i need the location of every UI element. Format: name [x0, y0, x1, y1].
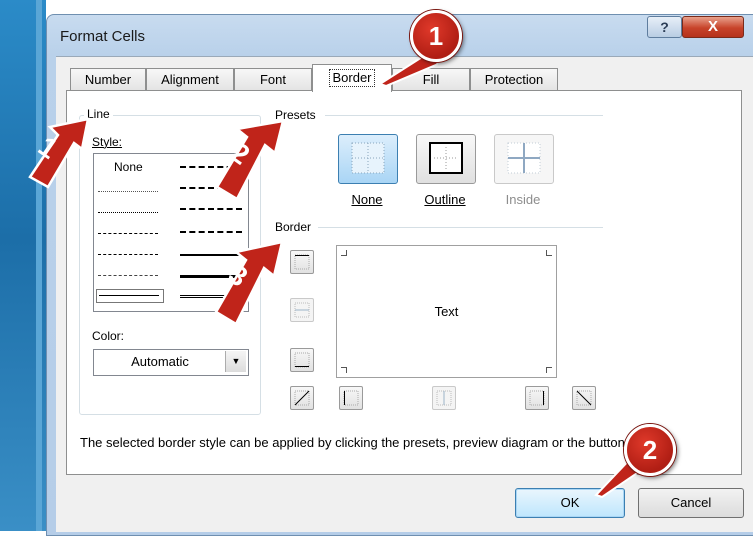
close-button[interactable]: X [682, 16, 744, 38]
diagonal-up-icon [294, 390, 310, 406]
preset-inside-button[interactable] [494, 134, 554, 184]
border-preview[interactable]: Text [336, 245, 557, 378]
border-left-button[interactable] [339, 386, 363, 410]
help-button[interactable]: ? [647, 16, 682, 38]
dialog-title: Format Cells [60, 28, 146, 45]
line-style-dashed[interactable] [98, 275, 158, 276]
border-bottom-button[interactable] [290, 348, 314, 372]
border-separator [318, 227, 603, 228]
presets-separator [325, 115, 603, 116]
line-style-none[interactable]: None [114, 160, 143, 174]
line-style-dash-dot[interactable] [98, 254, 158, 255]
border-inside-horizontal-icon [294, 302, 310, 318]
border-top-button[interactable] [290, 250, 314, 274]
border-title: Border [272, 220, 315, 234]
callout-badge-tab: 1 [410, 10, 462, 62]
callout-arrow-icon [215, 119, 285, 201]
preset-inside-icon [507, 142, 541, 174]
border-inside-horizontal-button[interactable] [290, 298, 314, 322]
preview-corner-mark [546, 367, 552, 373]
border-inside-vertical-button[interactable] [432, 386, 456, 410]
preset-none-icon [351, 142, 385, 174]
line-style-dotted[interactable] [98, 212, 158, 213]
border-right-icon [529, 390, 545, 406]
preset-outline-icon [429, 142, 463, 174]
tab-protection[interactable]: Protection [470, 68, 558, 91]
preset-inside-label: Inside [505, 192, 541, 207]
line-style-medium-dash-dot[interactable] [180, 208, 242, 210]
border-info-text: The selected border style can be applied… [80, 435, 675, 450]
border-diagonal-up-button[interactable] [290, 386, 314, 410]
preset-outline-label: Outline [424, 192, 466, 207]
color-value: Automatic [131, 354, 189, 369]
chevron-down-icon[interactable]: ▼ [225, 351, 246, 372]
line-style-medium-dashed[interactable] [180, 231, 242, 233]
callout-arrow-icon [214, 240, 284, 326]
border-diagonal-down-button[interactable] [572, 386, 596, 410]
preview-corner-mark [546, 250, 552, 256]
line-style-dash-dot-dot[interactable] [98, 233, 158, 234]
border-right-button[interactable] [525, 386, 549, 410]
preset-none-label: None [351, 192, 383, 207]
border-top-icon [294, 254, 310, 270]
background-window-edge [0, 0, 46, 531]
tab-font[interactable]: Font [234, 68, 312, 91]
cancel-button[interactable]: Cancel [638, 488, 744, 518]
preset-none-button[interactable] [338, 134, 398, 184]
preview-corner-mark [341, 250, 347, 256]
diagonal-down-icon [576, 390, 592, 406]
preview-text: Text [434, 304, 459, 319]
preset-outline-button[interactable] [416, 134, 476, 184]
border-bottom-icon [294, 352, 310, 368]
tab-border-label: Border [329, 69, 375, 87]
color-label: Color: [89, 329, 128, 343]
tab-number[interactable]: Number [70, 68, 146, 91]
callout-badge-ok: 2 [624, 424, 676, 476]
line-style-thin-selected[interactable] [96, 289, 164, 303]
tab-alignment[interactable]: Alignment [146, 68, 234, 91]
border-inside-vertical-icon [436, 390, 452, 406]
line-style-hair[interactable] [98, 191, 158, 192]
preview-corner-mark [341, 367, 347, 373]
border-left-icon [343, 390, 359, 406]
